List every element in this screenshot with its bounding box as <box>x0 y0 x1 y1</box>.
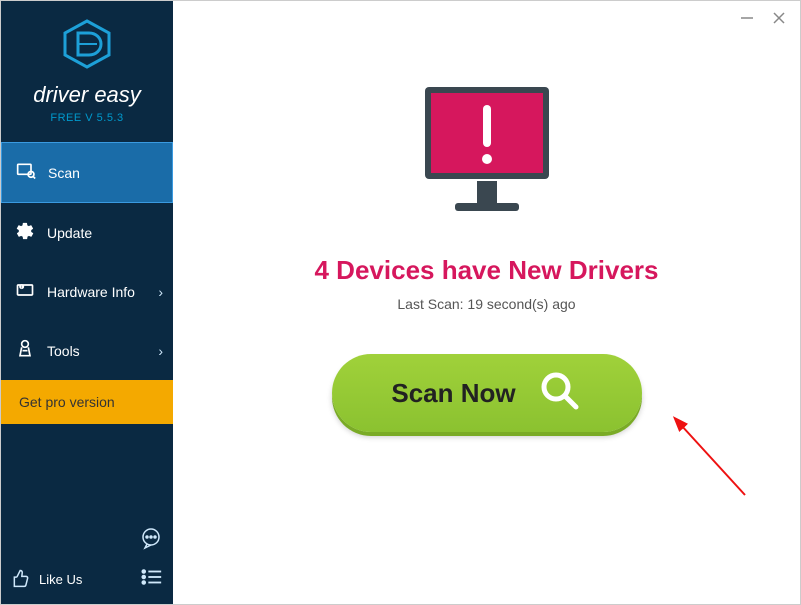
sidebar: driver easy FREE V 5.5.3 Scan <box>1 1 173 604</box>
close-button[interactable] <box>772 9 786 30</box>
last-scan-text: Last Scan: 19 second(s) ago <box>397 296 575 312</box>
like-us-label: Like Us <box>39 572 82 587</box>
chevron-right-icon: › <box>158 284 163 300</box>
chat-icon[interactable] <box>139 526 163 555</box>
nav: Scan Update i Hardware In <box>1 142 173 380</box>
minimize-button[interactable] <box>740 9 754 30</box>
search-icon <box>538 369 582 418</box>
content: 4 Devices have New Drivers Last Scan: 19… <box>173 1 800 432</box>
get-pro-button[interactable]: Get pro version <box>1 380 173 424</box>
get-pro-label: Get pro version <box>19 394 115 410</box>
nav-label: Tools <box>47 343 80 359</box>
like-us-button[interactable]: Like Us <box>11 568 82 591</box>
spacer <box>1 424 173 518</box>
monitor-alert-icon <box>417 81 557 231</box>
scan-now-button[interactable]: Scan Now <box>332 354 642 432</box>
svg-text:i: i <box>21 284 22 289</box>
status-headline: 4 Devices have New Drivers <box>315 255 659 286</box>
nav-item-hardware-info[interactable]: i Hardware Info › <box>1 262 173 321</box>
brand-name: driver easy <box>1 82 173 108</box>
nav-item-update[interactable]: Update <box>1 203 173 262</box>
brand-logo-icon <box>1 19 173 74</box>
version-label: FREE V 5.5.3 <box>1 112 173 124</box>
nav-item-tools[interactable]: Tools › <box>1 321 173 380</box>
nav-label: Hardware Info <box>47 284 135 300</box>
nav-label: Scan <box>48 165 80 181</box>
app-window: driver easy FREE V 5.5.3 Scan <box>0 0 801 605</box>
nav-item-scan[interactable]: Scan <box>1 142 173 203</box>
menu-icon[interactable] <box>141 567 163 592</box>
logo-area: driver easy FREE V 5.5.3 <box>1 1 173 134</box>
nav-label: Update <box>47 225 92 241</box>
scan-now-label: Scan Now <box>391 378 515 409</box>
scan-icon <box>16 161 36 184</box>
gear-icon <box>15 221 35 244</box>
hardware-icon: i <box>15 280 35 303</box>
chevron-right-icon: › <box>158 343 163 359</box>
sidebar-bottom: Like Us <box>1 518 173 604</box>
tools-icon <box>15 339 35 362</box>
thumbs-up-icon <box>11 568 31 591</box>
titlebar <box>740 1 800 37</box>
main-content: 4 Devices have New Drivers Last Scan: 19… <box>173 1 800 604</box>
